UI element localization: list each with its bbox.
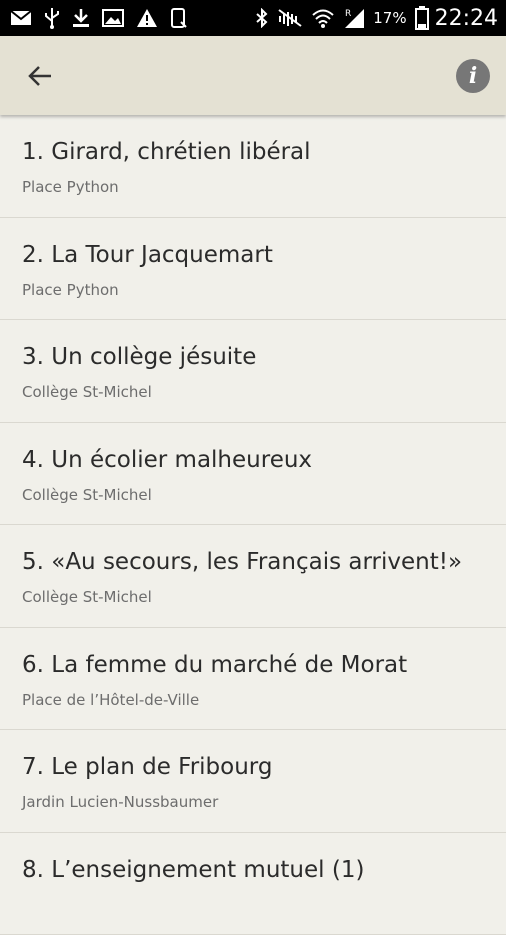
- item-subtitle: Collège St-Michel: [22, 588, 506, 606]
- list-item[interactable]: 3. Un collège jésuite Collège St-Michel: [0, 320, 506, 423]
- item-subtitle: Place Python: [22, 281, 506, 299]
- list-item[interactable]: 5. «Au secours, les Français arrivent!» …: [0, 525, 506, 628]
- item-title: 2. La Tour Jacquemart: [22, 240, 506, 270]
- bluetooth-icon: [255, 8, 269, 28]
- warning-icon: [136, 8, 158, 28]
- item-title: 4. Un écolier malheureux: [22, 445, 506, 475]
- back-button[interactable]: [20, 56, 60, 96]
- list-item[interactable]: 2. La Tour Jacquemart Place Python: [0, 218, 506, 321]
- item-title: 6. La femme du marché de Morat: [22, 650, 506, 680]
- app-bar: i: [0, 36, 506, 115]
- status-bar: R 17% 22:24: [0, 0, 506, 36]
- battery-icon: [415, 6, 429, 30]
- clock: 22:24: [435, 6, 498, 31]
- arrow-back-icon: [27, 64, 53, 88]
- item-title: 1. Girard, chrétien libéral: [22, 137, 506, 167]
- image-icon: [102, 9, 124, 27]
- info-icon: i: [469, 65, 477, 87]
- list-item[interactable]: 8. L’enseignement mutuel (1): [0, 833, 506, 935]
- list-item[interactable]: 7. Le plan de Fribourg Jardin Lucien-Nus…: [0, 730, 506, 833]
- usb-icon: [44, 7, 60, 29]
- svg-text:R: R: [345, 9, 351, 19]
- item-title: 8. L’enseignement mutuel (1): [22, 855, 506, 885]
- item-subtitle: Jardin Lucien-Nussbaumer: [22, 793, 506, 811]
- item-subtitle: Place Python: [22, 178, 506, 196]
- notification-icons: [10, 7, 200, 29]
- system-icons: R 17% 22:24: [247, 6, 498, 31]
- mute-icon: [277, 8, 303, 28]
- wifi-icon: [311, 8, 335, 28]
- mail-icon: [10, 10, 32, 26]
- list-item[interactable]: 4. Un écolier malheureux Collège St-Mich…: [0, 423, 506, 526]
- download-icon: [72, 8, 90, 28]
- info-button[interactable]: i: [456, 59, 490, 93]
- item-subtitle: Place de l’Hôtel-de-Ville: [22, 691, 506, 709]
- item-subtitle: Collège St-Michel: [22, 486, 506, 504]
- device-icon: [170, 8, 188, 28]
- signal-icon: R: [343, 7, 365, 29]
- list-item[interactable]: 1. Girard, chrétien libéral Place Python: [0, 115, 506, 218]
- list-item[interactable]: 6. La femme du marché de Morat Place de …: [0, 628, 506, 731]
- item-title: 3. Un collège jésuite: [22, 342, 506, 372]
- battery-percent: 17%: [373, 9, 406, 27]
- item-subtitle: Collège St-Michel: [22, 383, 506, 401]
- item-title: 7. Le plan de Fribourg: [22, 752, 506, 782]
- tour-stops-list: 1. Girard, chrétien libéral Place Python…: [0, 115, 506, 935]
- item-title: 5. «Au secours, les Français arrivent!»: [22, 547, 506, 577]
